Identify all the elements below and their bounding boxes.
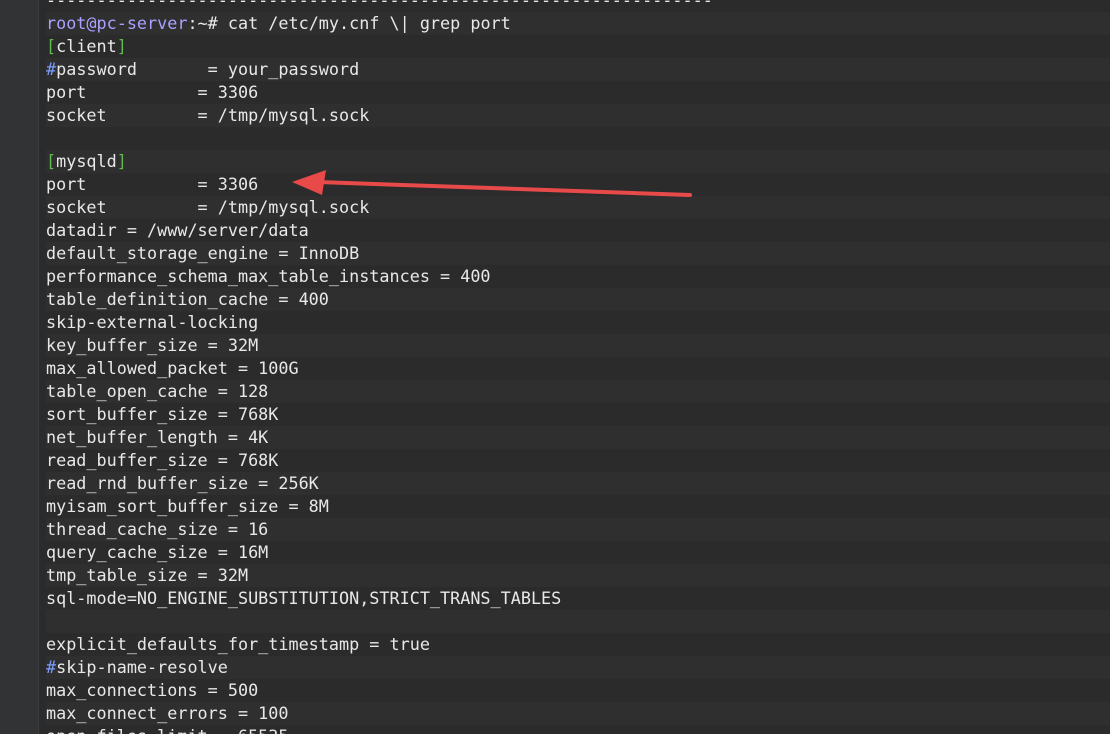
section-name-mysqld: mysqld — [56, 151, 117, 171]
config-line: table_open_cache = 128 — [46, 380, 1110, 403]
config-text: socket = /tmp/mysql.sock — [46, 105, 370, 125]
config-text: port = 3306 — [46, 174, 259, 194]
config-text: open_files_limit = 65535 — [46, 726, 288, 734]
prompt-user-host: root@pc-server — [46, 13, 188, 33]
config-line: socket = /tmp/mysql.sock — [46, 196, 1110, 219]
config-text: table_open_cache = 128 — [46, 381, 269, 401]
section-header-mysqld: [mysqld] — [46, 150, 1110, 173]
config-text: table_definition_cache = 400 — [46, 289, 329, 309]
config-text: socket = /tmp/mysql.sock — [46, 197, 370, 217]
config-text: max_allowed_packet = 100G — [46, 358, 299, 378]
section-name-client: client — [56, 36, 117, 56]
config-line: socket = /tmp/mysql.sock — [46, 104, 1110, 127]
config-text: key_buffer_size = 32M — [46, 335, 259, 355]
blank-line — [46, 610, 1110, 633]
config-text: thread_cache_size = 16 — [46, 519, 269, 539]
config-line: #password = your_password — [46, 58, 1110, 81]
bracket-close: ] — [116, 151, 127, 171]
config-text: password = your_password — [56, 59, 360, 79]
command-line: root@pc-server:~# cat /etc/my.cnf \| gre… — [46, 12, 1110, 35]
config-line: port = 3306 — [46, 81, 1110, 104]
config-line: performance_schema_max_table_instances =… — [46, 265, 1110, 288]
divider-text: ----------------------------------------… — [46, 0, 713, 10]
divider-line: ----------------------------------------… — [46, 0, 1110, 12]
left-gutter — [0, 0, 39, 734]
config-line: myisam_sort_buffer_size = 8M — [46, 495, 1110, 518]
command-text: cat /etc/my.cnf \| grep port — [217, 13, 511, 33]
config-line-port: port = 3306 — [46, 173, 1110, 196]
config-text: sql-mode=NO_ENGINE_SUBSTITUTION,STRICT_T… — [46, 588, 562, 608]
config-text: read_buffer_size = 768K — [46, 450, 279, 470]
config-line: max_connections = 500 — [46, 679, 1110, 702]
config-text: sort_buffer_size = 768K — [46, 404, 279, 424]
bracket-open: [ — [46, 151, 57, 171]
config-line: max_connect_errors = 100 — [46, 702, 1110, 725]
config-line: skip-external-locking — [46, 311, 1110, 334]
config-text: skip-external-locking — [46, 312, 259, 332]
config-line: max_allowed_packet = 100G — [46, 357, 1110, 380]
config-text: net_buffer_length = 4K — [46, 427, 269, 447]
bracket-open: [ — [46, 36, 57, 56]
config-text: max_connections = 500 — [46, 680, 259, 700]
terminal-window[interactable]: ----------------------------------------… — [0, 0, 1110, 734]
config-line: read_rnd_buffer_size = 256K — [46, 472, 1110, 495]
config-line: sql-mode=NO_ENGINE_SUBSTITUTION,STRICT_T… — [46, 587, 1110, 610]
config-line: table_definition_cache = 400 — [46, 288, 1110, 311]
section-header-client: [client] — [46, 35, 1110, 58]
config-text: port = 3306 — [46, 82, 259, 102]
config-line: net_buffer_length = 4K — [46, 426, 1110, 449]
config-line: query_cache_size = 16M — [46, 541, 1110, 564]
config-line: key_buffer_size = 32M — [46, 334, 1110, 357]
config-line: tmp_table_size = 32M — [46, 564, 1110, 587]
config-text: read_rnd_buffer_size = 256K — [46, 473, 319, 493]
config-line: default_storage_engine = InnoDB — [46, 242, 1110, 265]
config-text: myisam_sort_buffer_size = 8M — [46, 496, 329, 516]
comment-hash: # — [46, 657, 57, 677]
config-text: max_connect_errors = 100 — [46, 703, 289, 723]
terminal-output[interactable]: ----------------------------------------… — [46, 0, 1110, 734]
config-line: thread_cache_size = 16 — [46, 518, 1110, 541]
config-line: read_buffer_size = 768K — [46, 449, 1110, 472]
config-text: datadir = /www/server/data — [46, 220, 309, 240]
config-text: query_cache_size = 16M — [46, 542, 269, 562]
config-text: explicit_defaults_for_timestamp = true — [46, 634, 430, 654]
prompt-path: :~# — [187, 13, 218, 33]
bracket-close: ] — [116, 36, 127, 56]
comment-hash: # — [46, 59, 57, 79]
config-text: tmp_table_size = 32M — [46, 565, 249, 585]
config-text: default_storage_engine = InnoDB — [46, 243, 360, 263]
config-line: sort_buffer_size = 768K — [46, 403, 1110, 426]
config-text: performance_schema_max_table_instances =… — [46, 266, 491, 286]
config-line: #skip-name-resolve — [46, 656, 1110, 679]
config-line: open_files_limit = 65535 — [46, 725, 1110, 734]
config-text: skip-name-resolve — [56, 657, 228, 677]
config-line: datadir = /www/server/data — [46, 219, 1110, 242]
config-line: explicit_defaults_for_timestamp = true — [46, 633, 1110, 656]
